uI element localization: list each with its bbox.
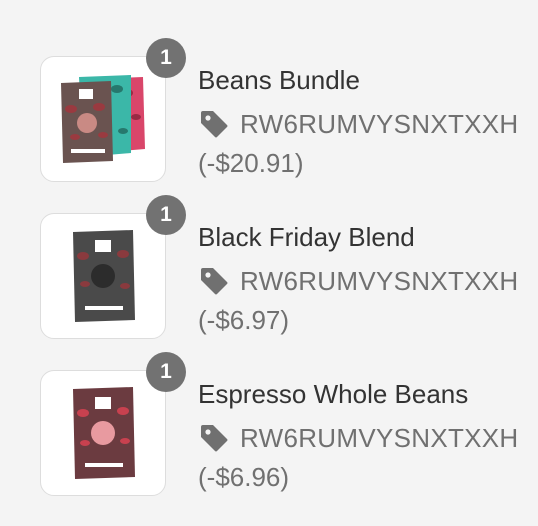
discount-amount: (-$20.91) [198, 148, 304, 178]
discount-code: RW6RUMVYSNXTXXH [240, 422, 519, 453]
product-name: Espresso Whole Beans [198, 379, 469, 409]
quantity-badge: 1 [146, 38, 186, 78]
tag-icon [201, 268, 228, 295]
coffee-bags-bundle-image [61, 75, 145, 163]
discount-amount: (-$6.96) [198, 462, 290, 492]
coffee-bag-image [73, 387, 135, 479]
line-item: 1 Espresso Whole Beans RW6RUMVYSNXTXXH (… [0, 352, 538, 500]
discount-amount: (-$6.97) [198, 305, 290, 335]
discount-row: RW6RUMVYSNXTXXH [198, 422, 519, 454]
discount-row: RW6RUMVYSNXTXXH [198, 265, 519, 297]
coffee-bag-image [73, 230, 135, 322]
product-thumbnail [40, 213, 166, 339]
discount-row: RW6RUMVYSNXTXXH [198, 108, 519, 140]
product-name: Beans Bundle [198, 65, 360, 95]
line-item: 1 Beans Bundle RW6RUMVYSNXTXXH (-$20.91) [0, 38, 538, 186]
product-thumbnail [40, 370, 166, 496]
product-thumbnail [40, 56, 166, 182]
tag-icon [201, 425, 228, 452]
discount-code: RW6RUMVYSNXTXXH [240, 265, 519, 296]
line-item: 1 Black Friday Blend RW6RUMVYSNXTXXH (-$… [0, 195, 538, 343]
discount-code: RW6RUMVYSNXTXXH [240, 108, 519, 139]
quantity-badge: 1 [146, 352, 186, 392]
tag-icon [201, 111, 228, 138]
product-name: Black Friday Blend [198, 222, 415, 252]
quantity-badge: 1 [146, 195, 186, 235]
